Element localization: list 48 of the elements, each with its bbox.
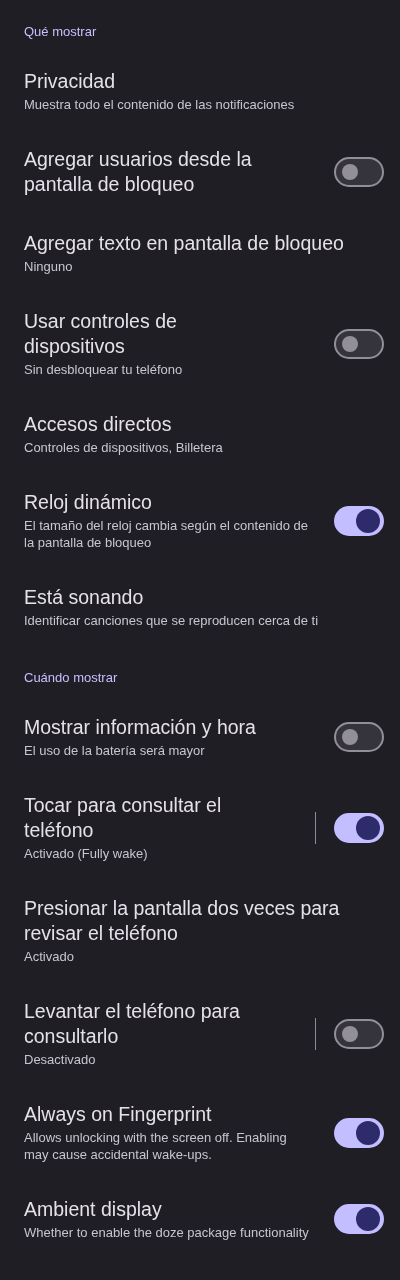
setting-summary: Sin desbloquear tu teléfono (24, 361, 184, 378)
setting-item[interactable]: Accesos directos Controles de dispositivos, Billetera (0, 395, 400, 473)
setting-item[interactable]: Usar controles de dispositivos Sin desbloquear tu teléfono (0, 292, 400, 395)
setting-summary: Allows unlocking with the screen off. Enabling may cause accidental wake-ups. (24, 1129, 288, 1163)
toggle-switch[interactable] (334, 505, 384, 536)
setting-title: Agregar usuarios desde la pantalla de bloqueo (24, 147, 253, 197)
setting-summary: Controles de dispositivos, Billetera (24, 439, 224, 456)
setting-item[interactable]: Always on Fingerprint Allows unlocking with the screen off. Enabling may cause accidental wake-ups. (0, 1085, 400, 1180)
setting-summary: El tamaño del reloj cambia según el contenido de la pantalla de bloqueo (24, 517, 309, 551)
toggle-switch[interactable] (334, 157, 384, 187)
setting-title: Mostrar información y hora (24, 715, 257, 740)
toggle-switch[interactable] (334, 1204, 384, 1234)
toggle-switch[interactable] (334, 328, 384, 359)
setting-item[interactable]: Tocar para consultar el teléfono Activado (Fully wake) (0, 776, 400, 879)
setting-title: Agregar texto en pantalla de bloqueo (24, 231, 345, 256)
setting-title: Presionar la pantalla dos veces para revisar el teléfono (24, 896, 341, 946)
setting-item[interactable]: Está sonando Identificar canciones que se reproducen cerca de ti (0, 568, 400, 646)
setting-summary: Ninguno (24, 258, 74, 275)
setting-item[interactable]: Mostrar información y hora El uso de la batería será mayor (0, 698, 400, 776)
section-header: Qué mostrar (23, 23, 98, 41)
setting-summary: Whether to enable the doze package functionality (24, 1224, 309, 1241)
setting-summary: Activado (24, 948, 75, 965)
setting-item[interactable]: Agregar texto en pantalla de bloqueo Ninguno (0, 214, 400, 292)
setting-title: Levantar el teléfono para consultarlo (24, 999, 241, 1049)
setting-summary: Activado (Fully wake) (24, 845, 149, 862)
setting-title: Ambient display (24, 1197, 163, 1222)
setting-title: Tocar para consultar el teléfono (24, 793, 223, 843)
setting-summary: Desactivado (24, 1051, 97, 1068)
toggle-switch[interactable] (334, 812, 384, 843)
setting-title: Accesos directos (24, 412, 173, 437)
setting-item[interactable]: Ambient display Whether to enable the doze package functionality (0, 1180, 400, 1258)
setting-summary: Identificar canciones que se reproducen cerca de ti (24, 612, 320, 629)
setting-title: Usar controles de dispositivos (24, 309, 178, 359)
setting-item[interactable]: Agregar usuarios desde la pantalla de bloqueo (0, 130, 400, 214)
setting-summary: El uso de la batería será mayor (24, 742, 206, 759)
setting-item[interactable]: Privacidad Muestra todo el contenido de las notificaciones (0, 52, 400, 130)
toggle-switch[interactable] (334, 1018, 384, 1049)
section-header: Cuándo mostrar (23, 669, 119, 687)
setting-summary: Muestra todo el contenido de las notificaciones (24, 96, 296, 113)
setting-item[interactable]: Presionar la pantalla dos veces para revisar el teléfono Activado (0, 879, 400, 982)
setting-title: Reloj dinámico (24, 490, 153, 515)
setting-item[interactable]: Reloj dinámico El tamaño del reloj cambia según el contenido de la pantalla de bloqueo (0, 473, 400, 568)
setting-title: Always on Fingerprint (24, 1102, 213, 1127)
toggle-switch[interactable] (334, 1117, 384, 1148)
setting-title: Privacidad (24, 69, 117, 94)
toggle-switch[interactable] (334, 722, 384, 752)
setting-item[interactable]: Levantar el teléfono para consultarlo Desactivado (0, 982, 400, 1085)
setting-title: Está sonando (24, 585, 145, 610)
